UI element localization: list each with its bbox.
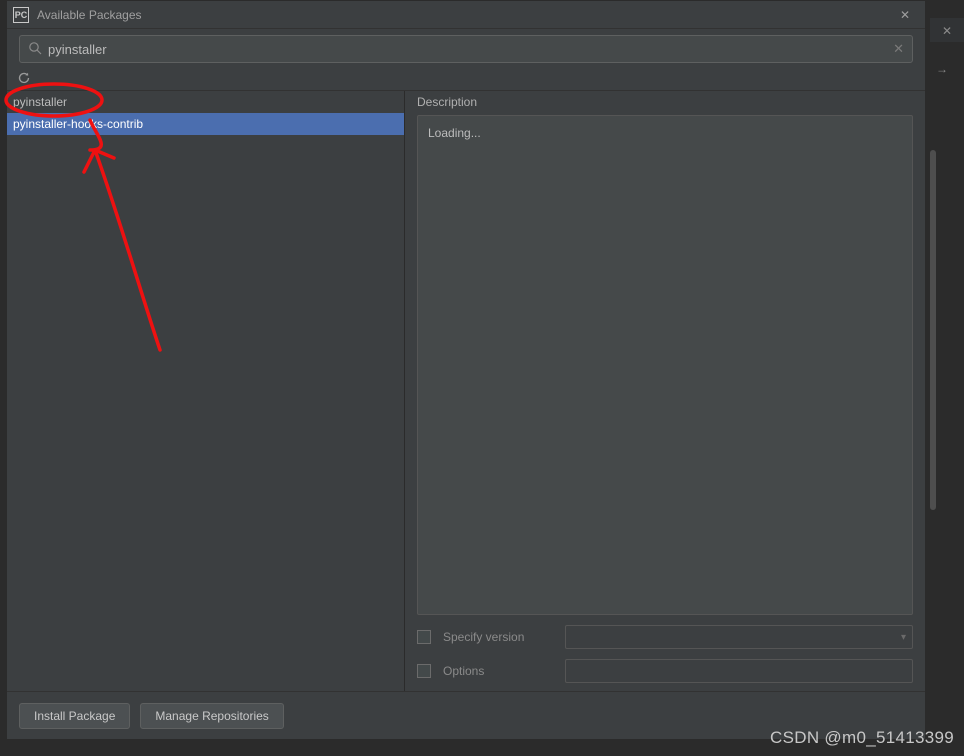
options-label: Options bbox=[443, 664, 553, 678]
options-checkbox[interactable] bbox=[417, 664, 431, 678]
specify-version-row: Specify version ▾ bbox=[417, 625, 913, 649]
specify-version-label: Specify version bbox=[443, 630, 553, 644]
titlebar: PC Available Packages ✕ bbox=[7, 1, 925, 29]
install-package-button[interactable]: Install Package bbox=[19, 703, 130, 729]
clear-search-icon[interactable]: ✕ bbox=[893, 41, 904, 57]
package-item-pyinstaller[interactable]: pyinstaller bbox=[7, 91, 404, 113]
button-label: Install Package bbox=[34, 709, 115, 723]
package-name: pyinstaller-hooks-contrib bbox=[13, 117, 143, 131]
description-label: Description bbox=[417, 95, 913, 109]
search-row: ✕ bbox=[7, 29, 925, 69]
package-name: pyinstaller bbox=[13, 95, 67, 109]
toolbar-row bbox=[7, 69, 925, 91]
refresh-icon[interactable] bbox=[17, 71, 31, 88]
options-row: Options bbox=[417, 659, 913, 683]
package-list[interactable]: pyinstaller pyinstaller-hooks-contrib bbox=[7, 91, 405, 691]
window-title: Available Packages bbox=[37, 8, 891, 22]
content-area: pyinstaller pyinstaller-hooks-contrib De… bbox=[7, 91, 925, 691]
background-scrollbar bbox=[930, 150, 936, 510]
search-field[interactable]: ✕ bbox=[19, 35, 913, 63]
watermark-text: CSDN @m0_51413399 bbox=[770, 728, 954, 748]
search-input[interactable] bbox=[48, 42, 893, 57]
loading-text: Loading... bbox=[428, 126, 481, 140]
chevron-down-icon: ▾ bbox=[901, 632, 906, 643]
background-close-icon: ✕ bbox=[942, 24, 952, 38]
options-area: Specify version ▾ Options bbox=[417, 615, 913, 683]
description-box: Loading... bbox=[417, 115, 913, 615]
specify-version-checkbox[interactable] bbox=[417, 630, 431, 644]
close-button[interactable]: ✕ bbox=[891, 3, 919, 27]
button-label: Manage Repositories bbox=[155, 709, 268, 723]
close-icon: ✕ bbox=[900, 8, 910, 22]
details-pane: Description Loading... Specify version ▾… bbox=[405, 91, 925, 691]
app-icon: PC bbox=[13, 7, 29, 23]
version-combobox[interactable]: ▾ bbox=[565, 625, 913, 649]
search-icon bbox=[28, 41, 42, 58]
options-input[interactable] bbox=[565, 659, 913, 683]
manage-repositories-button[interactable]: Manage Repositories bbox=[140, 703, 283, 729]
package-item-pyinstaller-hooks-contrib[interactable]: pyinstaller-hooks-contrib bbox=[7, 113, 404, 135]
available-packages-dialog: PC Available Packages ✕ ✕ pyinstaller py… bbox=[6, 0, 926, 740]
background-arrow-icon: → bbox=[936, 62, 948, 76]
